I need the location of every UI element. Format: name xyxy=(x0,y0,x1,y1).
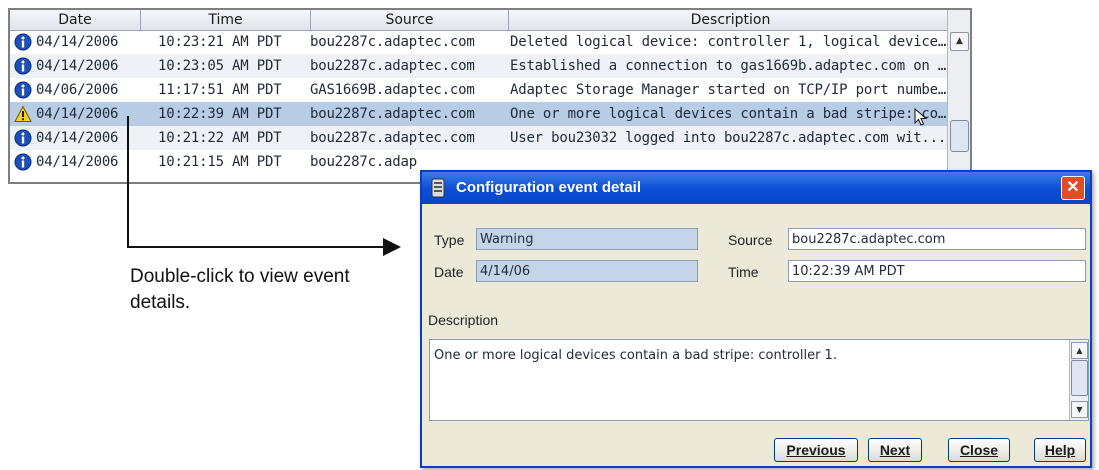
event-detail-dialog: Configuration event detail ✕ Type Warnin… xyxy=(420,170,1092,468)
cell-date: 04/14/2006 xyxy=(36,58,119,74)
callout-arrow-head xyxy=(383,238,401,256)
cell-date: 04/14/2006 xyxy=(36,106,119,122)
description-field[interactable]: One or more logical devices contain a ba… xyxy=(429,339,1089,421)
warning-icon xyxy=(14,105,32,122)
table-scrollbar[interactable]: ▲ xyxy=(947,10,970,182)
time-field: 10:22:39 AM PDT xyxy=(788,260,1086,282)
column-header-description[interactable]: Description xyxy=(508,10,952,30)
source-field: bou2287c.adaptec.com xyxy=(788,228,1086,250)
type-label: Type xyxy=(434,232,465,248)
cell-description: User bou23032 logged into bou2287c.adapt… xyxy=(510,130,947,146)
cell-source: bou2287c.adaptec.com xyxy=(310,58,475,74)
cell-description: Adaptec Storage Manager started on TCP/I… xyxy=(510,82,948,98)
callout-arrow-line xyxy=(127,246,385,248)
table-row[interactable]: 04/14/2006 10:23:05 AM PDT bou2287c.adap… xyxy=(10,54,948,78)
scroll-down-button[interactable]: ▼ xyxy=(1071,401,1088,418)
scroll-thumb[interactable] xyxy=(950,120,969,152)
cell-time: 10:21:22 AM PDT xyxy=(158,130,282,146)
cell-source: bou2287c.adaptec.com xyxy=(310,34,475,50)
close-button[interactable]: Close xyxy=(948,438,1010,462)
table-row-selected[interactable]: 04/14/2006 10:22:39 AM PDT bou2287c.adap… xyxy=(10,102,948,126)
callout-arrow-line xyxy=(127,116,129,248)
cell-description: One or more logical devices contain a ba… xyxy=(510,106,948,122)
event-log-table: Date Time Source Description 04/14/2006 … xyxy=(8,8,972,184)
mouse-pointer-icon xyxy=(914,108,928,126)
info-icon xyxy=(14,57,32,75)
description-label: Description xyxy=(428,312,499,328)
table-row[interactable]: 04/14/2006 10:23:21 AM PDT bou2287c.adap… xyxy=(10,30,948,54)
table-header: Date Time Source Description xyxy=(10,10,948,31)
cell-time: 11:17:51 AM PDT xyxy=(158,82,282,98)
cell-date: 04/14/2006 xyxy=(36,130,119,146)
date-label: Date xyxy=(434,264,464,280)
scroll-up-button[interactable]: ▲ xyxy=(950,32,969,51)
info-icon xyxy=(14,153,32,171)
callout-text: Double-click to view event details. xyxy=(130,266,350,313)
column-header-source[interactable]: Source xyxy=(310,10,508,30)
column-header-date[interactable]: Date xyxy=(10,10,140,30)
scroll-thumb[interactable] xyxy=(1071,360,1088,396)
scroll-up-button[interactable]: ▲ xyxy=(1071,342,1088,359)
cell-date: 04/14/2006 xyxy=(36,154,119,170)
storage-manager-icon xyxy=(431,178,445,198)
dialog-title: Configuration event detail xyxy=(456,179,642,196)
cell-source: bou2287c.adaptec.com xyxy=(310,130,475,146)
next-button[interactable]: Next xyxy=(868,438,922,462)
cell-source: GAS1669B.adaptec.com xyxy=(310,82,475,98)
close-icon[interactable]: ✕ xyxy=(1061,176,1085,200)
description-scrollbar[interactable]: ▲ ▼ xyxy=(1069,340,1088,420)
table-row[interactable]: 04/14/2006 10:21:22 AM PDT bou2287c.adap… xyxy=(10,126,948,150)
cell-time: 10:22:39 AM PDT xyxy=(158,106,282,122)
info-icon xyxy=(14,129,32,147)
table-row[interactable]: 04/06/2006 11:17:51 AM PDT GAS1669B.adap… xyxy=(10,78,948,102)
date-field: 4/14/06 xyxy=(476,260,698,282)
source-label: Source xyxy=(728,232,773,248)
help-button[interactable]: Help xyxy=(1034,438,1086,462)
time-label: Time xyxy=(728,264,759,280)
cell-description: Established a connection to gas1669b.ada… xyxy=(510,58,948,74)
description-text: One or more logical devices contain a ba… xyxy=(434,348,837,363)
column-header-time[interactable]: Time xyxy=(140,10,310,30)
cell-source: bou2287c.adaptec.com xyxy=(310,106,475,122)
cell-time: 10:21:15 AM PDT xyxy=(158,154,282,170)
cell-description: Deleted logical device: controller 1, lo… xyxy=(510,34,948,50)
cell-time: 10:23:05 AM PDT xyxy=(158,58,282,74)
info-icon xyxy=(14,81,32,99)
cell-date: 04/14/2006 xyxy=(36,34,119,50)
previous-button[interactable]: Previous xyxy=(774,438,858,462)
cell-date: 04/06/2006 xyxy=(36,82,119,98)
info-icon xyxy=(14,33,32,51)
dialog-titlebar[interactable]: Configuration event detail ✕ xyxy=(422,172,1090,204)
cell-time: 10:23:21 AM PDT xyxy=(158,34,282,50)
type-field: Warning xyxy=(476,228,698,250)
table-body: 04/14/2006 10:23:21 AM PDT bou2287c.adap… xyxy=(10,30,948,182)
